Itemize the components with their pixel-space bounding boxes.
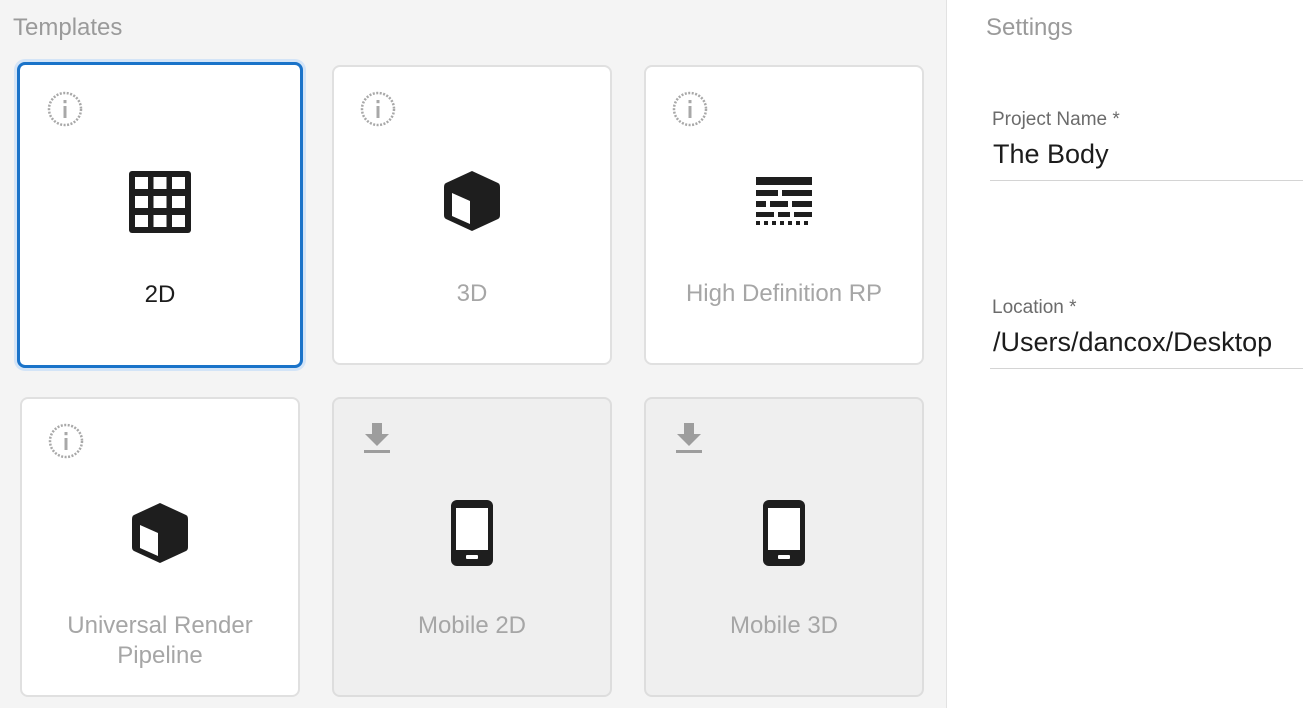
download-icon[interactable]	[674, 421, 710, 457]
template-label: Universal Render Pipeline	[67, 612, 253, 669]
template-card-urp[interactable]: Universal Render Pipeline	[20, 397, 300, 697]
project-name-label: Project Name *	[992, 109, 1120, 130]
location-input[interactable]	[990, 319, 1303, 369]
template-card-mobile-2d[interactable]: Mobile 2D	[332, 397, 612, 697]
template-card-2d[interactable]: 2D	[17, 62, 303, 368]
template-card-mobile-3d[interactable]: Mobile 3D	[644, 397, 924, 697]
templates-panel: Templates 2D 3D High Definition RP Unive…	[0, 0, 946, 708]
templates-title: Templates	[13, 14, 123, 41]
settings-panel: Settings Project Name * Location *	[947, 0, 1303, 708]
phone-icon	[763, 500, 805, 566]
cube-icon	[130, 501, 190, 565]
cube-icon	[442, 169, 502, 233]
template-label: Mobile 2D	[417, 612, 527, 639]
info-icon[interactable]	[672, 91, 708, 127]
project-name-field: Project Name *	[990, 109, 1303, 181]
brick-wall-icon	[756, 177, 812, 225]
phone-icon	[451, 500, 493, 566]
location-field: Location *	[990, 297, 1303, 369]
template-label: 2D	[144, 281, 176, 308]
project-name-input[interactable]	[990, 131, 1303, 181]
template-card-hdrp[interactable]: High Definition RP	[644, 65, 924, 365]
grid-icon	[129, 171, 191, 233]
info-icon[interactable]	[360, 91, 396, 127]
template-card-3d[interactable]: 3D	[332, 65, 612, 365]
info-icon[interactable]	[48, 423, 84, 459]
settings-title: Settings	[986, 14, 1073, 41]
info-icon[interactable]	[47, 91, 83, 127]
template-label: 3D	[456, 280, 488, 307]
template-label: High Definition RP	[685, 280, 883, 307]
location-label: Location *	[992, 297, 1077, 318]
template-label: Mobile 3D	[729, 612, 839, 639]
download-icon[interactable]	[362, 421, 398, 457]
